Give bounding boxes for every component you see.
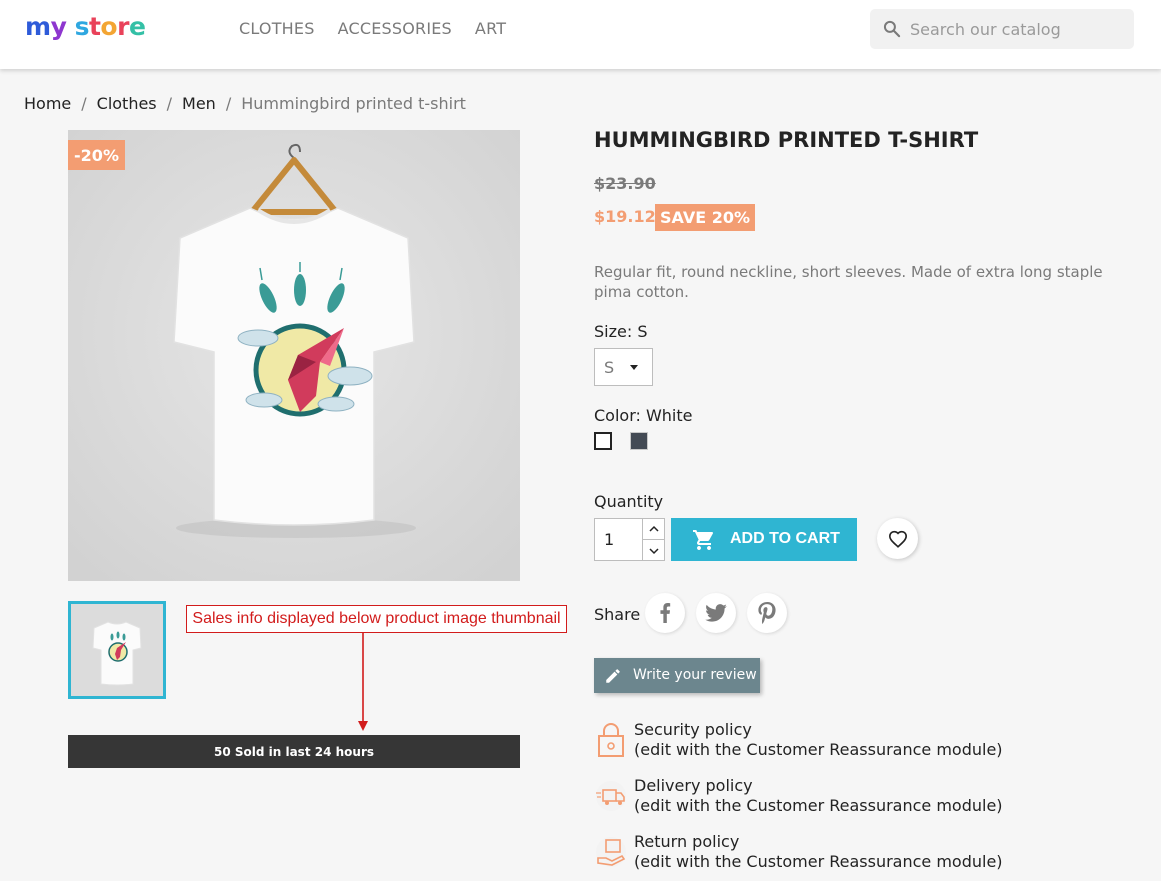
add-to-cart-label: ADD TO CART xyxy=(730,530,840,547)
pinterest-icon xyxy=(758,602,776,624)
nav-art[interactable]: ART xyxy=(475,19,506,38)
color-label: Color: White xyxy=(594,406,693,425)
chevron-down-icon xyxy=(648,547,659,554)
breadcrumb-separator: / xyxy=(81,94,87,113)
breadcrumb-separator: / xyxy=(225,94,232,113)
current-price: $19.12 xyxy=(594,207,656,226)
breadcrumb-separator: / xyxy=(166,94,173,113)
tshirt-thumbnail-image xyxy=(71,604,163,696)
quantity-stepper xyxy=(642,518,665,561)
delivery-truck-icon xyxy=(596,781,626,811)
reassurance-delivery: Delivery policy (edit with the Customer … xyxy=(594,776,1014,824)
product-title: HUMMINGBIRD PRINTED T-SHIRT xyxy=(594,128,979,152)
lock-icon xyxy=(598,723,624,757)
color-swatch-white[interactable] xyxy=(594,432,612,450)
share-facebook-button[interactable] xyxy=(645,593,685,633)
main-nav: CLOTHES ACCESSORIES ART xyxy=(239,19,506,38)
reassurance-return: Return policy (edit with the Customer Re… xyxy=(594,832,1014,880)
size-select[interactable]: S xyxy=(594,348,653,386)
product-description: Regular fit, round neckline, short sleev… xyxy=(594,263,1103,301)
nav-clothes[interactable]: CLOTHES xyxy=(239,19,315,38)
chevron-up-icon xyxy=(648,525,659,532)
reassurance-subtitle: (edit with the Customer Reassurance modu… xyxy=(634,852,1003,871)
header: my store CLOTHES ACCESSORIES ART xyxy=(0,0,1161,69)
annotation-arrow-icon xyxy=(358,633,368,731)
return-box-icon xyxy=(596,837,626,867)
share-label: Share xyxy=(594,605,641,624)
breadcrumb-home[interactable]: Home xyxy=(24,94,71,113)
size-select-value: S xyxy=(604,357,615,377)
nav-accessories[interactable]: ACCESSORIES xyxy=(338,19,452,38)
twitter-icon xyxy=(705,604,727,622)
quantity-value: 1 xyxy=(604,530,615,549)
annotation-label: Sales info displayed below product image… xyxy=(186,605,567,633)
facebook-icon xyxy=(660,603,671,623)
reassurance-title: Return policy xyxy=(634,832,740,851)
product-thumbnail[interactable] xyxy=(68,601,166,699)
caret-down-icon xyxy=(630,365,638,370)
color-swatch-grey[interactable] xyxy=(630,432,648,450)
heart-icon xyxy=(888,530,907,548)
write-review-label: Write your review xyxy=(633,667,757,683)
reassurance-subtitle: (edit with the Customer Reassurance modu… xyxy=(634,740,1003,759)
reassurance-title: Delivery policy xyxy=(634,776,753,795)
product-main-image[interactable] xyxy=(68,130,520,581)
search-box xyxy=(870,9,1134,49)
sales-info-bar: 50 Sold in last 24 hours xyxy=(68,735,520,768)
store-logo[interactable]: my store xyxy=(25,12,146,41)
breadcrumb-men[interactable]: Men xyxy=(182,94,216,113)
discount-flag: -20% xyxy=(68,140,125,170)
breadcrumb: Home / Clothes / Men / Hummingbird print… xyxy=(24,94,466,113)
reassurance-security: Security policy (edit with the Customer … xyxy=(594,720,1014,768)
search-input[interactable] xyxy=(910,9,1128,49)
size-label: Size: S xyxy=(594,322,648,341)
save-badge: SAVE 20% xyxy=(655,204,755,231)
reassurance-title: Security policy xyxy=(634,720,752,739)
share-twitter-button[interactable] xyxy=(696,593,736,633)
quantity-decrease-button[interactable] xyxy=(643,540,664,561)
breadcrumb-current: Hummingbird printed t-shirt xyxy=(241,94,466,113)
pencil-icon xyxy=(606,669,620,683)
reassurance-subtitle: (edit with the Customer Reassurance modu… xyxy=(634,796,1003,815)
wishlist-button[interactable] xyxy=(877,518,918,559)
regular-price: $23.90 xyxy=(594,174,656,193)
quantity-input[interactable]: 1 xyxy=(594,518,642,561)
search-icon[interactable] xyxy=(882,19,902,39)
add-to-cart-button[interactable]: ADD TO CART xyxy=(671,518,857,561)
quantity-label: Quantity xyxy=(594,492,664,511)
breadcrumb-clothes[interactable]: Clothes xyxy=(97,94,157,113)
tshirt-image xyxy=(68,130,520,581)
write-review-button[interactable]: Write your review xyxy=(594,658,760,693)
share-pinterest-button[interactable] xyxy=(747,593,787,633)
shopping-cart-icon xyxy=(693,530,714,550)
quantity-increase-button[interactable] xyxy=(643,519,664,540)
